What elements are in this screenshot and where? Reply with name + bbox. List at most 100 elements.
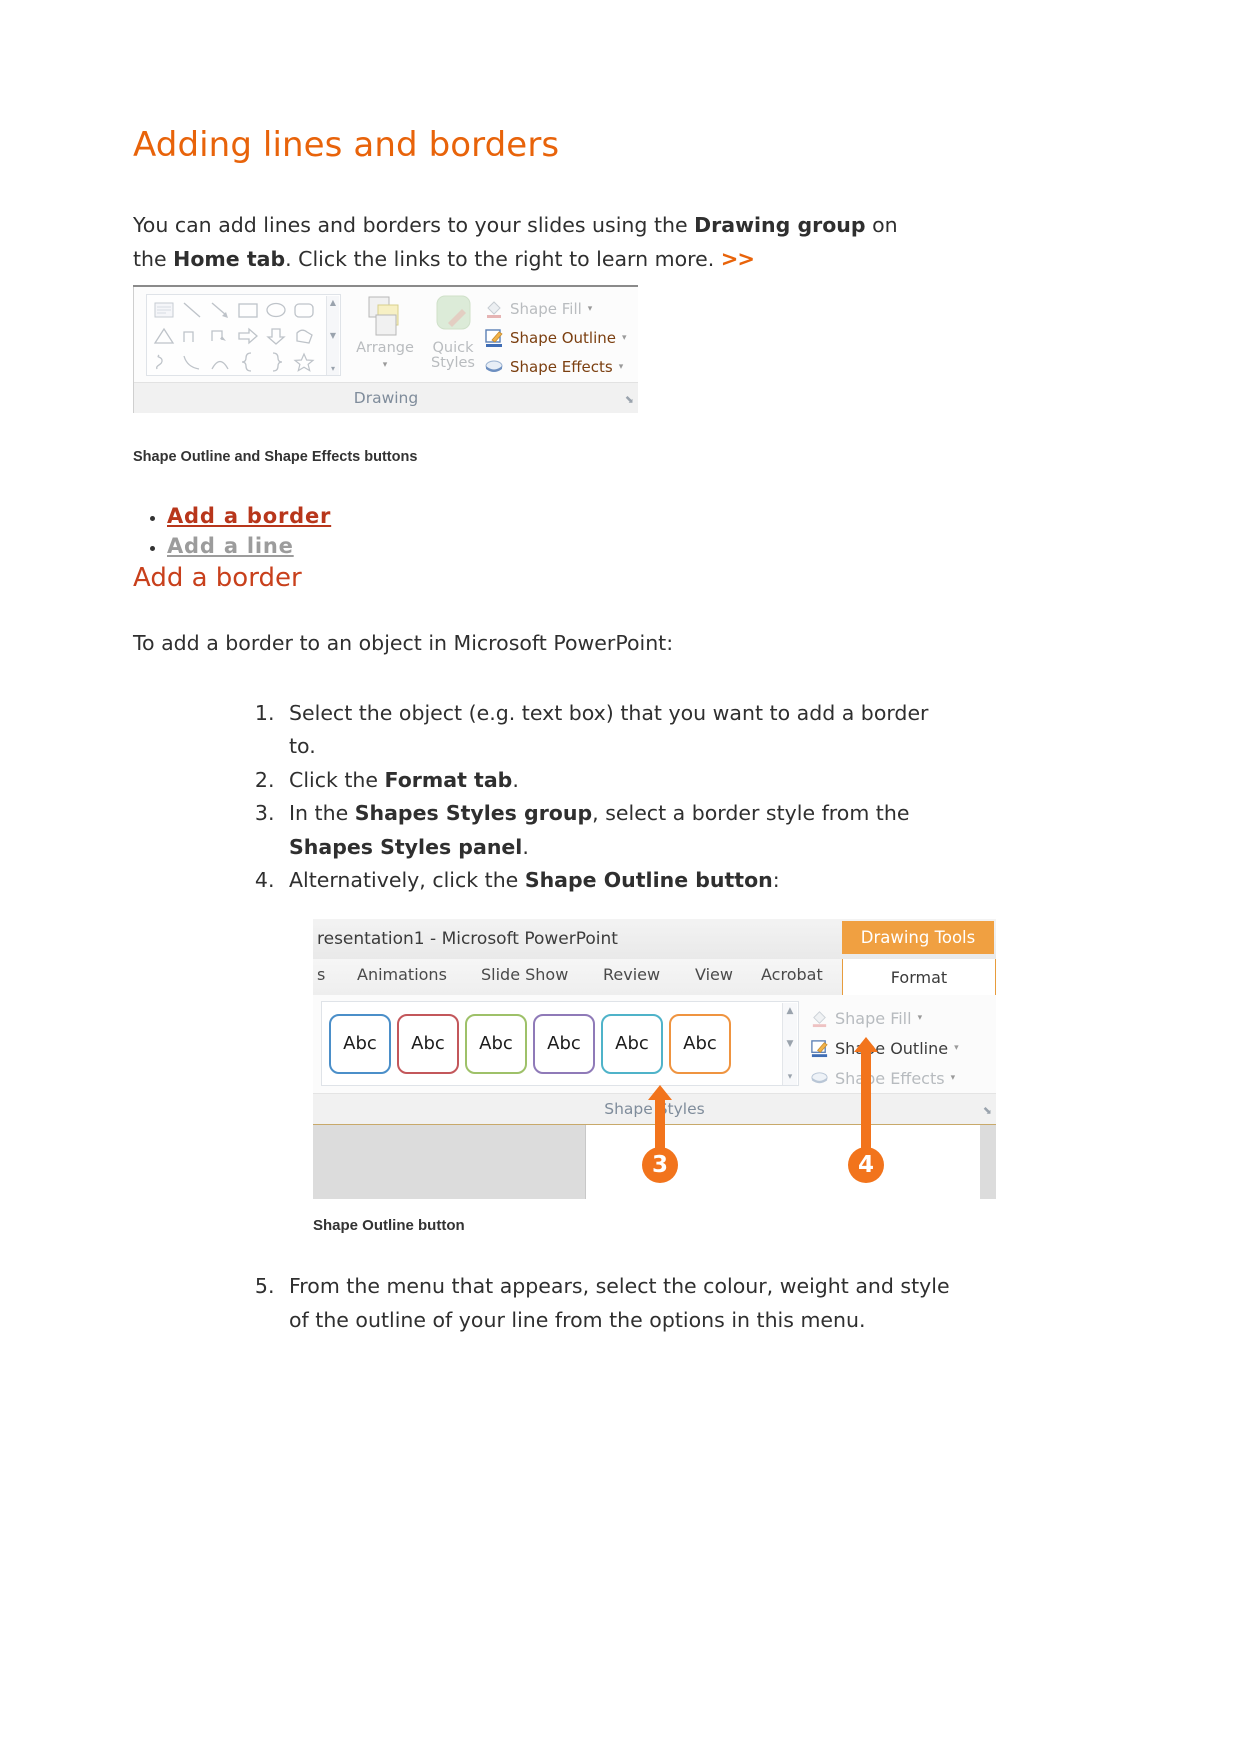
ppt-shape-fill-caret-icon[interactable]: ▾ [918,1013,923,1023]
shape-effects-label: Shape Effects [510,358,613,376]
style-swatch[interactable]: Abc [533,1013,595,1074]
step-2-bold-format-tab: Format tab [384,767,513,792]
curve-shape-icon[interactable] [179,350,205,374]
elbow-arrow-connector-icon[interactable] [207,324,233,348]
list-item: In the Shapes Styles group, select a bor… [281,797,929,864]
list-item: Click the Format tab. [281,764,929,797]
arrange-caret-icon[interactable]: ▾ [383,360,388,370]
elbow-connector-icon[interactable] [179,324,205,348]
dialog-launcher-icon[interactable]: ⬊ [625,393,634,406]
shapes-gallery-scrollbar[interactable]: ▲ ▼ ▾ [326,295,339,375]
figure1-caption: Shape Outline and Shape Effects buttons [133,448,418,465]
ppt-shape-outline-label: Shape Outline [835,1038,949,1058]
shape-fill-button[interactable]: Shape Fill ▾ [484,295,634,324]
quick-styles-button[interactable]: Quick Styles [420,293,486,373]
down-arrow-shape-icon[interactable] [263,324,289,348]
triangle-shape-icon[interactable] [151,324,177,348]
ppt-ribbon: Abc Abc Abc Abc Abc Abc ▲ ▼ ▾ Shape Fill… [313,995,996,1094]
tab-format[interactable]: Format [842,959,996,996]
style-swatch[interactable]: Abc [669,1013,731,1074]
steps-list-continued: From the menu that appears, select the c… [133,1270,1113,1337]
intro-bold-home-tab: Home tab [173,247,286,272]
drawing-group-label: Drawing [353,388,419,407]
rounded-rectangle-shape-icon[interactable] [291,298,317,322]
swatch-label: Abc [343,1033,377,1055]
tab-animations[interactable]: Animations [357,965,447,984]
style-swatch[interactable]: Abc [601,1013,663,1074]
ppt-title-bar: resentation1 - Microsoft PowerPoint Draw… [313,919,996,960]
right-brace-shape-icon[interactable] [263,350,289,374]
arc-shape-icon[interactable] [207,350,233,374]
ppt-shape-outline-caret-icon[interactable]: ▾ [954,1043,959,1053]
line-shape-icon[interactable] [179,298,205,322]
tab-review[interactable]: Review [603,965,660,984]
ppt-shape-effects-label: Shape Effects [835,1068,945,1088]
ppt-shape-effects-button[interactable]: Shape Effects ▾ [810,1063,996,1093]
related-links-list: Add a border Add a line [133,503,1113,560]
oval-shape-icon[interactable] [263,298,289,322]
step-3-text-b: , select a border style from the [592,801,910,826]
scroll-down-icon[interactable]: ▼ [330,331,336,340]
scroll-up-icon[interactable]: ▲ [330,298,336,307]
shape-outline-caret-icon[interactable]: ▾ [622,333,627,343]
star-shape-icon[interactable] [291,350,317,374]
ppt-shape-effects-caret-icon[interactable]: ▾ [951,1073,956,1083]
step-1-text: Select the object (e.g. text box) that y… [289,701,929,759]
shape-fill-label: Shape Fill [510,300,582,318]
scribble-shape-icon[interactable] [151,350,177,374]
link-add-a-border[interactable]: Add a border [167,504,331,528]
ribbon-inner: ▲ ▼ ▾ Arrange ▾ Quick Styles Shape Fill … [133,286,638,413]
ppt-shape-fill-button[interactable]: Shape Fill ▾ [810,1003,996,1033]
powerpoint-screenshot: resentation1 - Microsoft PowerPoint Draw… [313,919,996,1200]
right-arrow-shape-icon[interactable] [235,324,261,348]
arrange-button[interactable]: Arrange ▾ [352,293,418,373]
shape-styles-gallery[interactable]: Abc Abc Abc Abc Abc Abc ▲ ▼ ▾ [321,1001,799,1087]
dialog-launcher-icon[interactable]: ⬊ [983,1104,992,1117]
intro-text-1: You can add lines and borders to your sl… [133,213,695,238]
link-add-a-line[interactable]: Add a line [167,534,294,558]
list-item: From the menu that appears, select the c… [281,1270,969,1337]
tab-partial[interactable]: s [317,965,325,984]
scroll-more-icon[interactable]: ▾ [788,1072,793,1082]
callout-3-arrow-shaft [655,1100,665,1153]
shapes-gallery[interactable]: ▲ ▼ ▾ [146,293,341,376]
tab-slide-show[interactable]: Slide Show [481,965,568,984]
style-swatch[interactable]: Abc [397,1013,459,1074]
step-4-text-b: : [772,868,780,893]
section-intro-paragraph: To add a border to an object in Microsof… [133,631,674,655]
shape-effects-caret-icon[interactable]: ▾ [619,362,624,372]
callout-3-arrow-head-icon [648,1085,672,1101]
paint-bucket-icon [484,299,504,319]
drawing-group-bar: Drawing ⬊ [134,381,638,413]
tab-view[interactable]: View [695,965,733,984]
shape-effects-button[interactable]: Shape Effects ▾ [484,353,634,382]
step-4-bold-shape-outline-button: Shape Outline button [524,868,773,893]
shape-effects-icon [810,1069,829,1088]
rectangle-shape-icon[interactable] [235,298,261,322]
scroll-more-icon[interactable]: ▾ [331,364,335,373]
freeform-shape-icon[interactable] [291,324,317,348]
step-4-text-a: Alternatively, click the [289,868,525,893]
shape-fill-caret-icon[interactable]: ▾ [588,304,593,314]
textbox-shape-icon[interactable] [151,298,177,322]
arrow-shape-icon[interactable] [207,298,233,322]
left-brace-shape-icon[interactable] [235,350,261,374]
tab-acrobat[interactable]: Acrobat [761,965,823,984]
list-item: Alternatively, click the Shape Outline b… [281,864,929,897]
figure2-caption: Shape Outline button [313,1217,465,1235]
shape-styles-scrollbar[interactable]: ▲ ▼ ▾ [782,1003,797,1086]
steps-list: Select the object (e.g. text box) that y… [133,697,1113,897]
scroll-down-icon[interactable]: ▼ [787,1039,794,1049]
quick-styles-icon [420,293,486,341]
document-content: Adding lines and borders You can add lin… [133,125,1113,1337]
arrange-icon [352,293,418,341]
shape-outline-button[interactable]: Shape Outline ▾ [484,324,634,353]
style-swatch[interactable]: Abc [329,1013,391,1074]
pencil-outline-icon [484,328,504,348]
ppt-shape-outline-button[interactable]: Shape Outline ▾ [810,1033,996,1063]
style-swatch[interactable]: Abc [465,1013,527,1074]
scroll-up-icon[interactable]: ▲ [787,1006,794,1016]
step-3-text-a: In the [289,801,355,826]
more-links-arrow[interactable]: >> [721,247,755,271]
pencil-outline-icon [810,1039,829,1058]
